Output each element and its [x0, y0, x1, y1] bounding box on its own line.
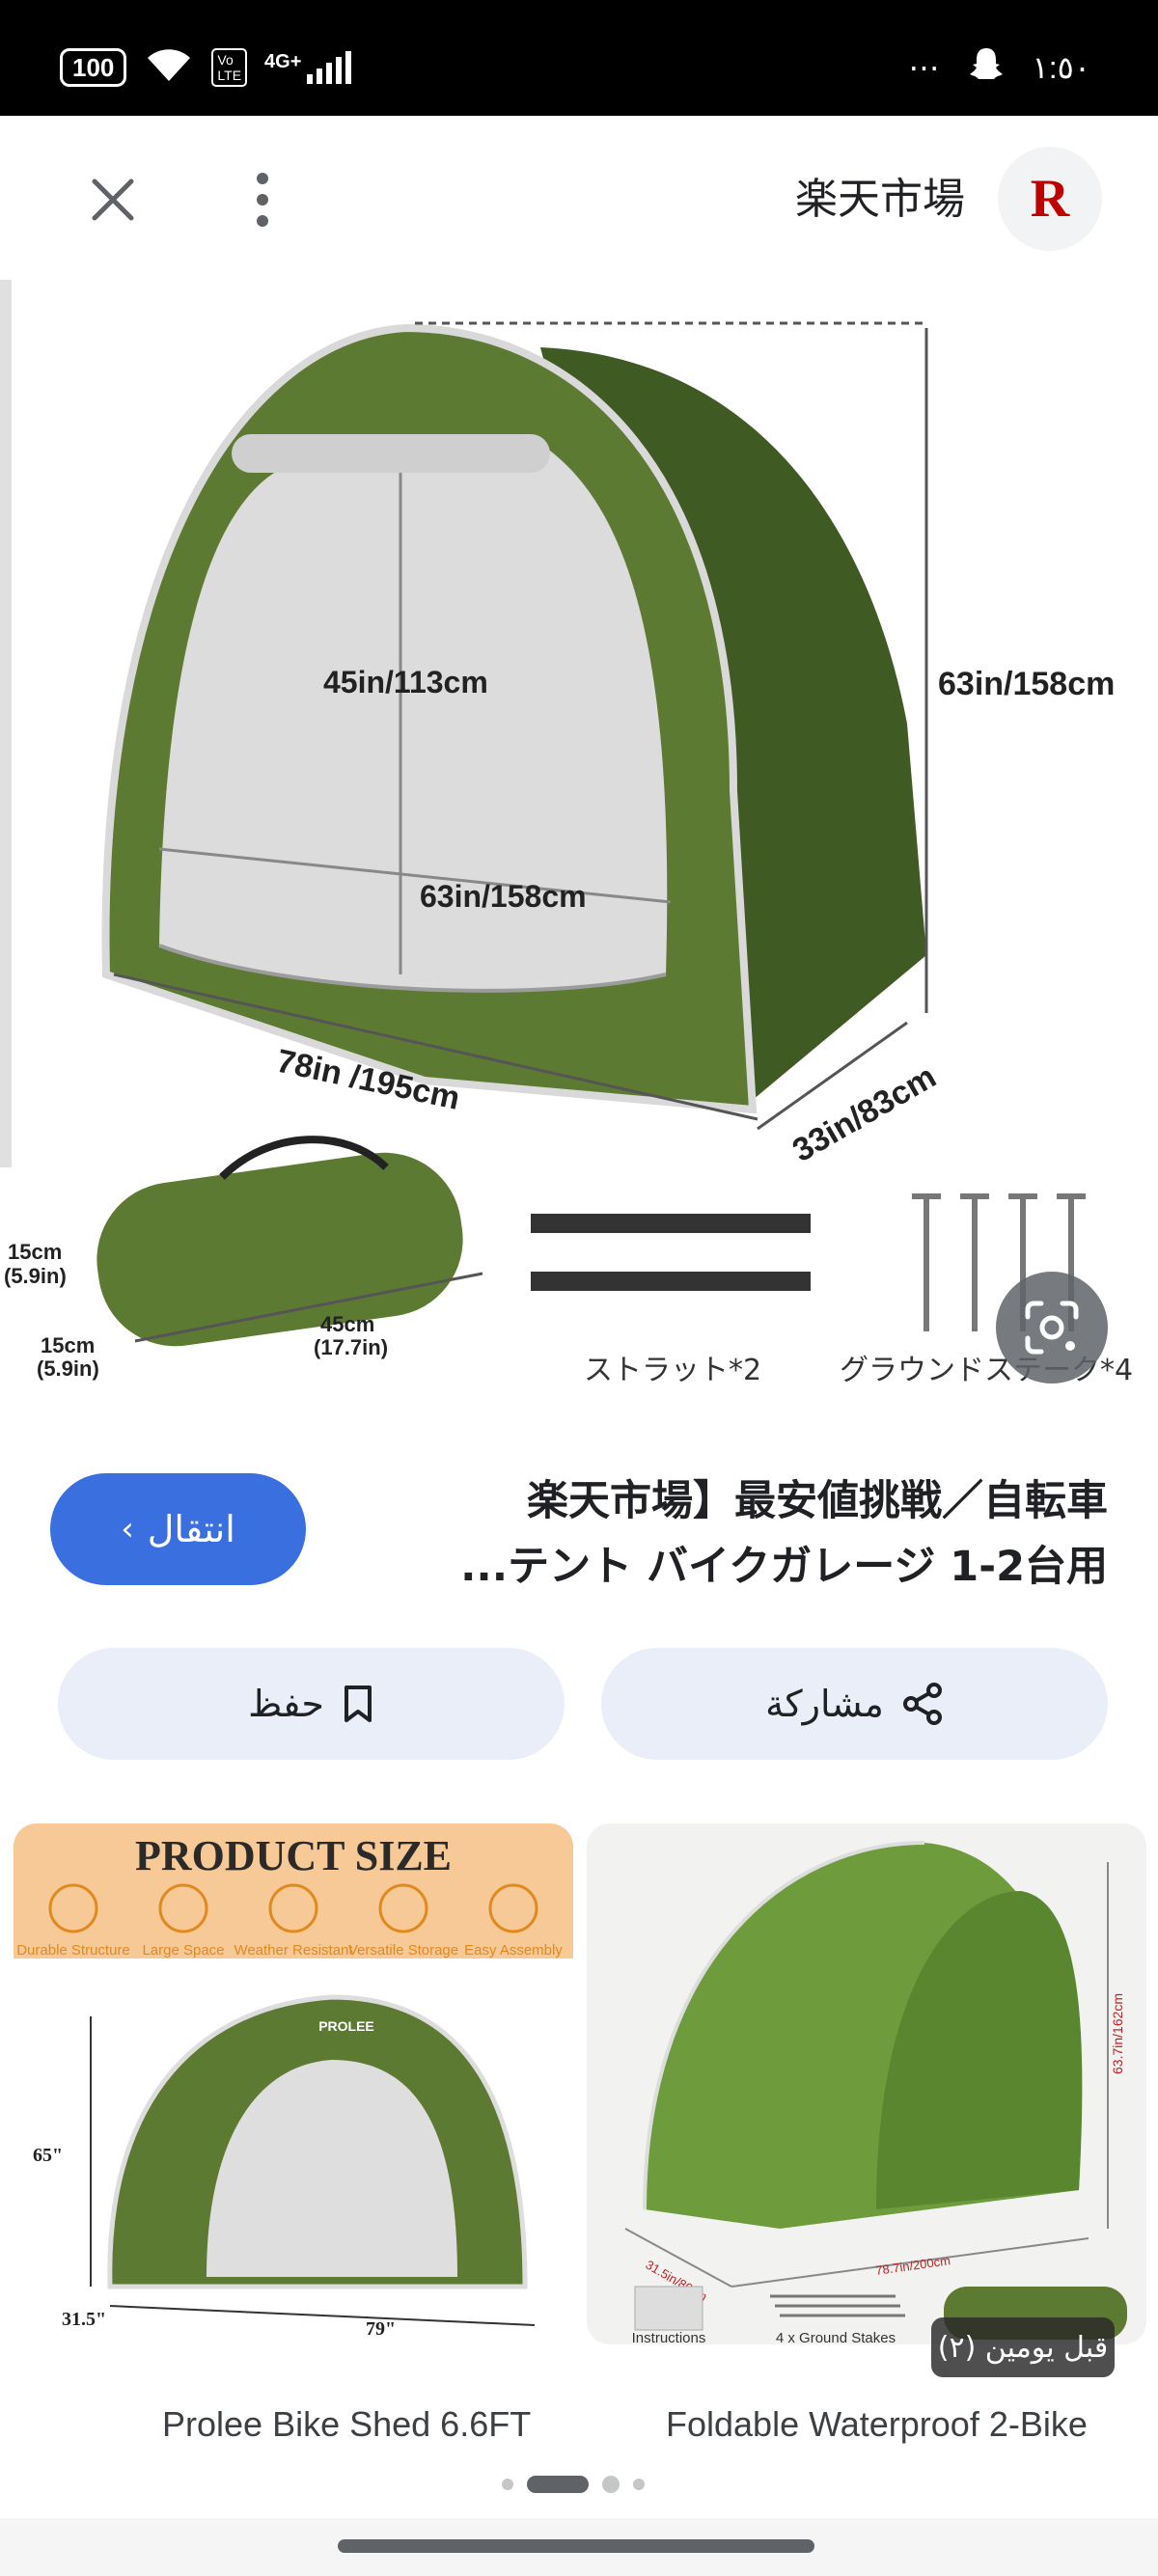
related-card-prolee[interactable]: PRODUCT SIZE Durable Structure Large Spa… — [14, 1823, 573, 2344]
volte-icon: Vo LTE — [211, 48, 248, 87]
prolee-banner: PRODUCT SIZE — [135, 1832, 452, 1879]
prolee-dim-h: 65" — [33, 2145, 63, 2166]
snapchat-icon — [967, 44, 1006, 91]
time-ago-badge: قبل يومين (٢) — [931, 2317, 1115, 2377]
feature-1: Large Space — [142, 1942, 224, 1959]
label-strut: ストラット*2 — [584, 1354, 761, 1387]
bookmark-icon — [344, 1685, 372, 1722]
close-button[interactable] — [79, 166, 147, 233]
wifi-icon — [144, 46, 194, 89]
share-button[interactable]: مشاركة — [601, 1648, 1108, 1760]
more-vert-icon — [257, 173, 268, 227]
feature-0: Durable Structure — [16, 1942, 130, 1959]
label-bag-len: 45cm — [320, 1312, 374, 1336]
label-bag-h2: 15cm — [41, 1333, 95, 1357]
related-card-foldable[interactable]: 63.7in/162cm 31.5in/80cm 78.7in/200cm In… — [587, 1823, 1146, 2344]
close-icon — [92, 178, 134, 221]
carousel-dot-active — [527, 2476, 589, 2493]
label-width-inner: 63in/158cm — [420, 879, 587, 914]
label-bag-h1-in: (5.9in) — [4, 1264, 67, 1288]
more-notifications-icon: ⋯ — [908, 50, 940, 85]
visit-button-label: انتقال — [147, 1508, 235, 1550]
clock: ١:٥٠ — [1032, 50, 1090, 85]
prolee-dim-w: 79" — [366, 2318, 396, 2340]
prolee-image: PRODUCT SIZE Durable Structure Large Spa… — [14, 1823, 573, 2344]
more-options-button[interactable] — [235, 166, 290, 233]
foldable-item-1: Instructions — [632, 2330, 706, 2344]
source-site-name[interactable]: 楽天市場 — [795, 164, 965, 226]
carousel-dot — [633, 2479, 645, 2490]
label-height-outer: 63in/158cm — [938, 666, 1115, 702]
save-button[interactable]: حفظ — [58, 1648, 565, 1760]
foldable-dim-h: 63.7in/162cm — [1110, 1993, 1125, 2074]
feature-4: Easy Assembly — [464, 1942, 563, 1959]
viewer-top-bar: 楽天市場 R — [0, 116, 1158, 280]
main-product-image[interactable]: 45in/113cm 63in/158cm 63in/158cm 78in /1… — [0, 280, 1158, 1399]
visit-button[interactable]: ‹ انتقال — [50, 1473, 306, 1585]
carousel-dot — [602, 2476, 620, 2493]
rakuten-logo[interactable]: R — [998, 147, 1102, 251]
google-lens-button[interactable] — [996, 1272, 1108, 1384]
label-bag-len-in: (17.7in) — [314, 1335, 388, 1359]
label-height-inner: 45in/113cm — [323, 665, 488, 699]
share-label: مشاركة — [765, 1683, 884, 1725]
signal-icon: 4G+ — [264, 51, 359, 84]
tent-illustration: 45in/113cm 63in/158cm 63in/158cm 78in /1… — [0, 280, 1133, 1387]
lens-icon — [1025, 1301, 1079, 1355]
foldable-image: 63.7in/162cm 31.5in/80cm 78.7in/200cm In… — [587, 1823, 1146, 2344]
chevron-left-icon: ‹ — [121, 1510, 134, 1548]
result-title-line1: 楽天市場】最安値挑戦／自転車 — [527, 1477, 1108, 1525]
share-icon — [902, 1683, 942, 1725]
related-caption-foldable[interactable]: Foldable Waterproof 2-Bike — [666, 2404, 1088, 2445]
status-left: 100 Vo LTE 4G+ — [60, 46, 359, 89]
feature-2: Weather Resistant — [234, 1942, 353, 1959]
foldable-item-2: 4 x Ground Stakes — [776, 2330, 896, 2344]
status-bar: 100 Vo LTE 4G+ ⋯ ١:٥٠ — [0, 0, 1158, 116]
prolee-dim-d: 31.5" — [62, 2309, 106, 2330]
feature-3: Versatile Storage — [348, 1942, 458, 1959]
result-title[interactable]: 楽天市場】最安値挑戦／自転車 ...テント バイクガレージ 1-2台用 — [297, 1468, 1108, 1600]
carousel-indicator — [502, 2476, 645, 2493]
network-type: 4G+ — [264, 51, 302, 72]
battery-indicator: 100 — [60, 48, 127, 87]
carousel-dot — [502, 2479, 513, 2490]
status-right: ⋯ ١:٥٠ — [909, 44, 1090, 91]
home-gesture-bar[interactable] — [338, 2539, 814, 2553]
related-caption-prolee[interactable]: Prolee Bike Shed 6.6FT — [162, 2404, 531, 2445]
label-depth: 33in/83cm — [786, 1058, 942, 1169]
result-title-line2: ...テント バイクガレージ 1-2台用 — [460, 1543, 1108, 1591]
prolee-brand: PROLEE — [318, 2018, 374, 2034]
label-bag-h2-in: (5.9in) — [37, 1357, 99, 1381]
save-label: حفظ — [248, 1683, 324, 1725]
label-bag-h1: 15cm — [8, 1240, 62, 1264]
